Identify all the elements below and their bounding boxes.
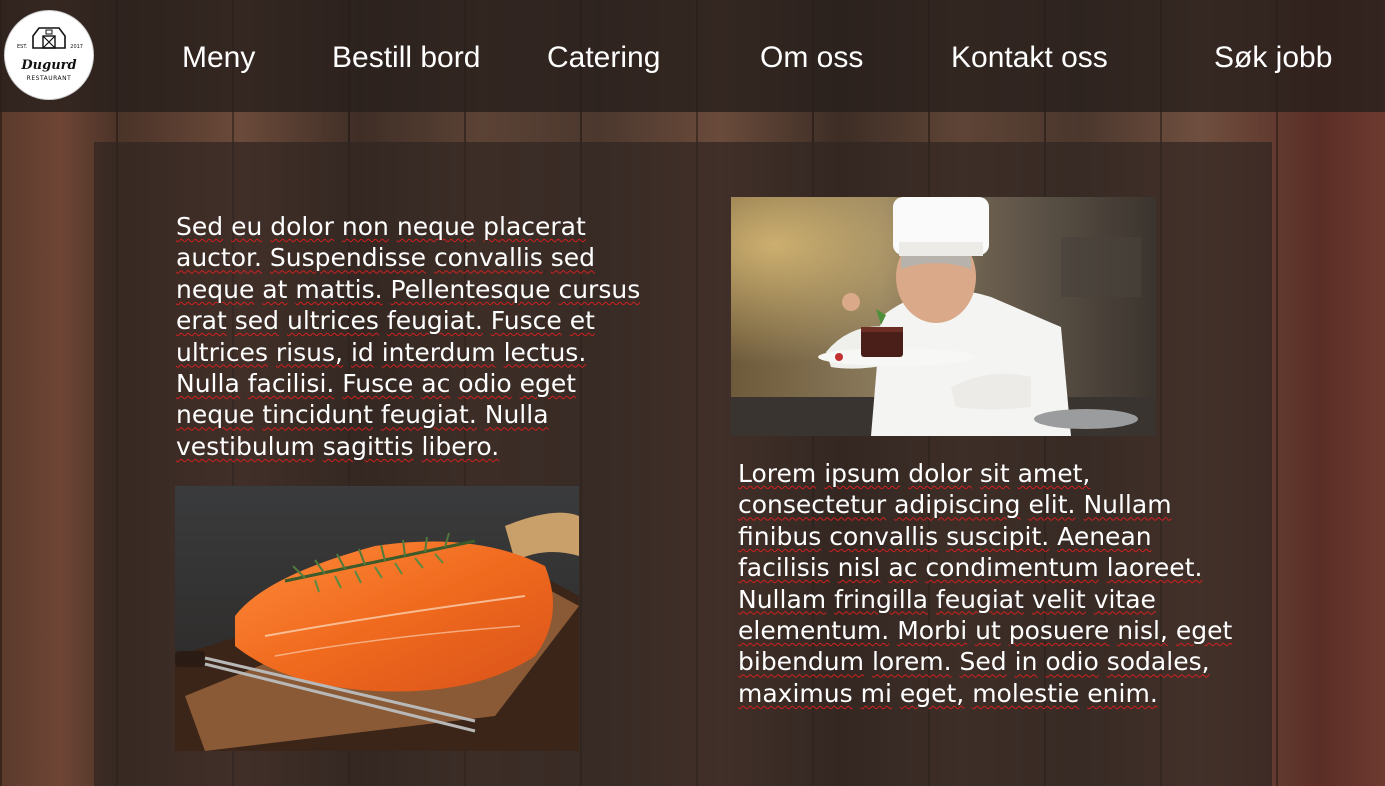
word: lorem. (871, 647, 952, 677)
word: consectetur (738, 490, 887, 520)
word: ultrices (286, 306, 379, 336)
word: risus, (275, 337, 343, 367)
word: cursus (558, 274, 641, 304)
word: eget (519, 369, 577, 399)
nav-link-bestill-bord[interactable]: Bestill bord (332, 40, 480, 76)
chef-plating-dessert-photo (731, 197, 1156, 436)
word: mattis. (295, 274, 383, 304)
logo-est-left: EST. (17, 44, 28, 50)
word: Fusce (342, 369, 414, 399)
word: neque (176, 274, 255, 304)
word: elementum. (738, 616, 890, 646)
word: nisl (837, 553, 881, 583)
word: laoreet. (1106, 553, 1203, 583)
word: at (262, 274, 288, 304)
dugurd-restaurant-logo[interactable]: EST. 2017 Dugurd RESTAURANT (4, 10, 94, 100)
word: Nullam (738, 584, 827, 614)
word: vitae (1093, 584, 1156, 614)
word: amet, (1017, 459, 1091, 488)
word: Suspendisse (269, 243, 426, 273)
word: condimentum (925, 553, 1099, 583)
word: elit. (1028, 490, 1076, 520)
word: ultrices (176, 337, 268, 367)
word: ac (421, 369, 451, 399)
right-paragraph: Lorem ipsum dolor sit amet, consectetur … (738, 458, 1238, 709)
word: Fusce (490, 306, 562, 336)
word: feugiat. (380, 400, 477, 430)
word: ipsum (824, 459, 901, 488)
word: bibendum (738, 647, 864, 677)
word: Nullam (1083, 490, 1172, 520)
word: velit (1031, 584, 1086, 614)
word: convallis (433, 243, 543, 273)
word: eget (1175, 616, 1233, 646)
word: vestibulum (176, 431, 315, 461)
word: neque (396, 212, 476, 241)
word: facilisi. (247, 369, 335, 399)
word: Sed (959, 647, 1007, 677)
word: ut (975, 616, 1001, 646)
word: libero. (421, 431, 500, 461)
word: eu (231, 212, 263, 241)
word: odio (458, 369, 512, 399)
left-paragraph: Sed eu dolor non neque placerat auctor. … (176, 211, 646, 462)
word: Lorem (738, 459, 817, 488)
nav-link-meny[interactable]: Meny (182, 40, 255, 76)
word: feugiat. (386, 306, 483, 336)
word: eget, (899, 678, 965, 708)
logo-established: EST. 2017 (17, 44, 83, 50)
word: mi (860, 678, 892, 708)
word: Nulla (176, 369, 240, 399)
word: lectus. (503, 337, 587, 367)
word: enim. (1087, 678, 1158, 708)
word: adipiscing (894, 490, 1021, 520)
nav-link-catering[interactable]: Catering (547, 40, 660, 76)
word: dolor (908, 459, 972, 488)
word: sagittis (322, 431, 414, 461)
word: sodales, (1106, 647, 1210, 677)
word: auctor. (176, 243, 262, 273)
word: neque (176, 400, 255, 430)
word: sed (550, 243, 596, 273)
word: finibus (738, 521, 822, 551)
word: erat (176, 306, 227, 336)
word: placerat (483, 212, 586, 241)
word: non (341, 212, 389, 241)
word: feugiat (935, 584, 1024, 614)
salmon-fillet-photo (175, 486, 579, 751)
word: nisl, (1117, 616, 1168, 646)
word: interdum (381, 337, 496, 367)
nav-link-om-oss[interactable]: Om oss (760, 40, 863, 76)
word: maximus (738, 678, 853, 708)
word: Pellentesque (390, 274, 551, 304)
top-navigation-bar: EST. 2017 Dugurd RESTAURANT Meny Bestill… (0, 0, 1385, 112)
word: sit (979, 459, 1010, 488)
word: et (569, 306, 595, 336)
word: odio (1045, 647, 1099, 677)
word: molestie (972, 678, 1080, 708)
logo-subtitle: RESTAURANT (26, 75, 72, 82)
word: Aenean (1057, 521, 1152, 551)
word: tincidunt (262, 400, 373, 430)
word: ac (888, 553, 918, 583)
word: posuere (1008, 616, 1110, 646)
word: in (1014, 647, 1038, 677)
word: Sed (176, 212, 224, 241)
word: id (350, 337, 374, 367)
word: Morbi (897, 616, 968, 646)
word: convallis (829, 521, 939, 551)
word: facilisis (738, 553, 830, 583)
word: Nulla (484, 400, 549, 430)
logo-name: Dugurd (21, 58, 77, 73)
word: fringilla (834, 584, 928, 614)
word: sed (234, 306, 280, 336)
word: dolor (270, 212, 334, 241)
word: suscipit. (946, 521, 1050, 551)
nav-link-sok-jobb[interactable]: Søk jobb (1214, 40, 1332, 76)
nav-link-kontakt-oss[interactable]: Kontakt oss (951, 40, 1108, 76)
logo-est-right: 2017 (70, 44, 83, 50)
